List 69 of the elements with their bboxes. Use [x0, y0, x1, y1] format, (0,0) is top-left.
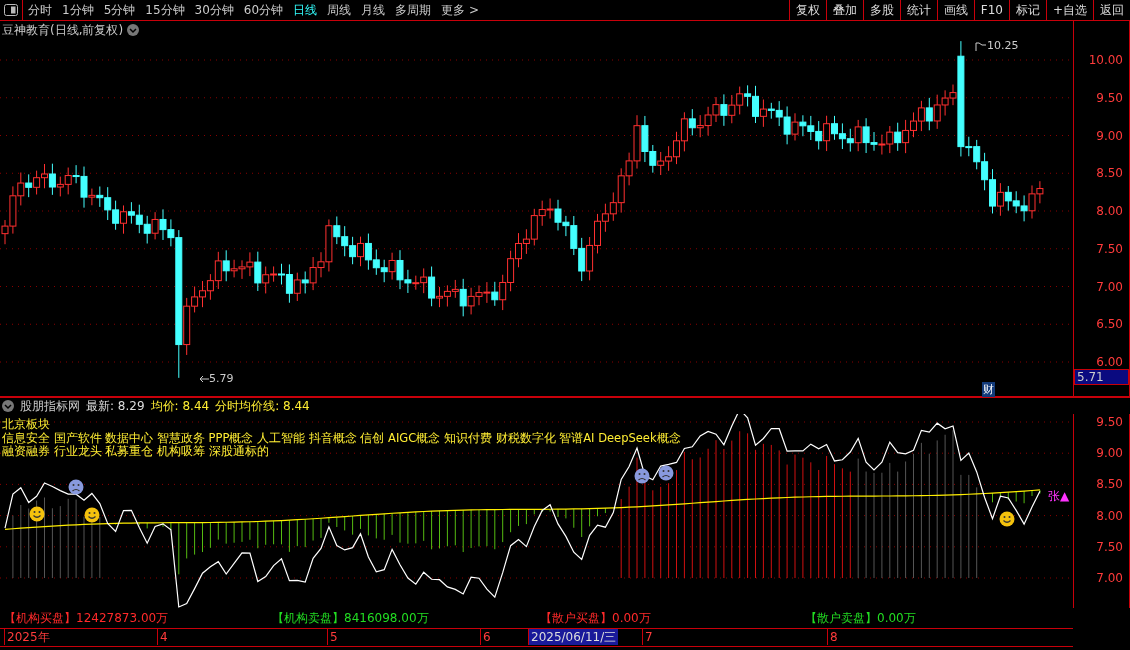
toolbar-button[interactable]: 统计 [899, 0, 937, 20]
flow-stat: 【机构买盘】12427873.00万 [4, 609, 170, 627]
arrow-icon [199, 374, 209, 383]
date-label: 2025年 [4, 629, 52, 645]
concept-tags: 融资融券 行业龙头 私募重仓 机构吸筹 深股通标的 [2, 445, 681, 458]
concept-tags: 信息安全 国产软件 数据中心 智慧政务 PPP概念 人工智能 抖音概念 信创 AIGC概念 知识付费 财税数字化 智谱AI DeepSeek概念 [2, 432, 681, 445]
frown-icon [68, 479, 84, 495]
indicator-name: 股朋指标网 [20, 397, 80, 415]
toolbar-button[interactable]: F10 [973, 0, 1009, 20]
date-label: 4 [157, 629, 170, 645]
period-tab[interactable]: 5分钟 [98, 0, 141, 20]
axis-tick-label: 9.00 [1096, 128, 1123, 143]
flow-stat: 【散户卖盘】0.00万 [805, 609, 917, 627]
axis-tick-label: 8.50 [1096, 477, 1123, 492]
indicator-stat: 分时均价线: 8.44 [215, 397, 310, 415]
date-label: 8 [827, 629, 840, 645]
finance-badge[interactable]: 财 [982, 382, 995, 397]
axis-tick-label: 7.00 [1096, 279, 1123, 294]
toolbar-button[interactable]: 复权 [788, 0, 826, 20]
axis-tick-label: 6.00 [1096, 355, 1123, 369]
axis-tick-label: 8.00 [1096, 204, 1123, 218]
axis-tick-label: 10.00 [1088, 53, 1123, 67]
axis-tick-label: 7.50 [1096, 241, 1123, 256]
period-tab[interactable]: 多周期 [390, 0, 437, 20]
axis-tick-label: 7.50 [1096, 539, 1123, 554]
rise-marker: 张▲ [1048, 488, 1070, 505]
smiley-icon [999, 511, 1015, 527]
toolbar-button[interactable]: +自选 [1045, 0, 1093, 20]
date-label: 5 [327, 629, 340, 645]
toolbar-button[interactable]: 画线 [936, 0, 974, 20]
axis-tick-label: 7.00 [1096, 571, 1123, 585]
axis-tick-label: 9.00 [1096, 446, 1123, 461]
flag-icon [975, 40, 987, 51]
collapse-icon[interactable] [2, 400, 14, 412]
sector-title: 北京板块 [2, 416, 51, 432]
axis-tick-label: 9.50 [1096, 415, 1123, 429]
period-tab[interactable]: 日线 [288, 0, 323, 20]
price-box: 5.71 [1074, 369, 1129, 385]
date-label: 2025/06/11/三 [528, 629, 619, 645]
period-tab[interactable]: 1分钟 [57, 0, 99, 20]
toolbar-button[interactable]: 标记 [1008, 0, 1046, 20]
smiley-icon [84, 507, 100, 523]
frown-icon [634, 468, 650, 484]
period-tab[interactable]: 更多 > [436, 0, 484, 20]
period-tab[interactable]: 分时 [23, 0, 57, 20]
axis-tick-label: 9.50 [1096, 90, 1123, 105]
axis-tick-label: 8.00 [1096, 508, 1123, 523]
flow-stat: 【机构卖盘】8416098.00万 [272, 609, 430, 627]
dropdown-icon[interactable] [127, 24, 140, 36]
indicator-stat: 均价: 8.44 [150, 397, 210, 415]
chart-title: 豆神教育(日线,前复权) [2, 21, 124, 39]
toolbar-button[interactable]: 多股 [862, 0, 900, 20]
low-price-label: 5.79 [209, 372, 234, 385]
high-price-label: 10.25 [987, 39, 1019, 52]
smiley-icon [29, 506, 45, 522]
period-tab[interactable]: 周线 [322, 0, 357, 20]
period-tab[interactable]: 15分钟 [140, 0, 190, 20]
period-tab[interactable]: 月线 [356, 0, 391, 20]
flow-stat: 【散户买盘】0.00万 [540, 609, 652, 627]
axis-tick-label: 8.50 [1096, 166, 1123, 181]
period-tab[interactable]: 30分钟 [189, 0, 239, 20]
toolbar-button[interactable]: 返回 [1093, 0, 1130, 20]
period-tab[interactable]: 60分钟 [238, 0, 289, 20]
date-label: 6 [480, 629, 493, 645]
frown-icon [658, 465, 674, 481]
date-label: 7 [642, 629, 655, 645]
toolbar-button[interactable]: 叠加 [825, 0, 863, 20]
axis-tick-label: 6.50 [1096, 317, 1123, 332]
indicator-stat: 最新: 8.29 [86, 397, 145, 415]
